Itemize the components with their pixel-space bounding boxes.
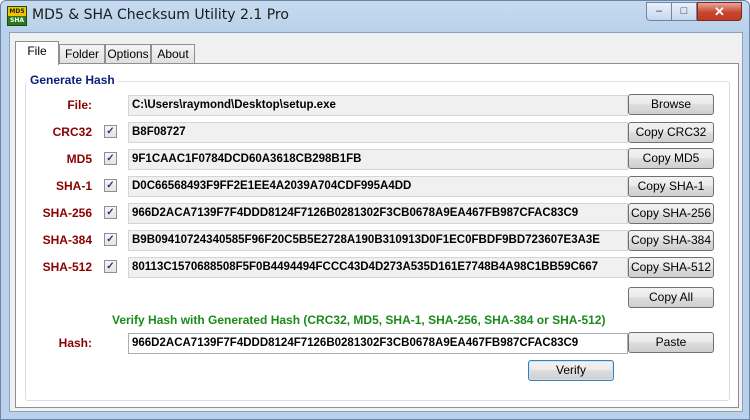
maximize-button[interactable]: □ [671, 2, 697, 21]
crc32-checkbox[interactable]: ✓ [104, 125, 117, 138]
verify-title: Verify Hash with Generated Hash (CRC32, … [112, 313, 606, 327]
tab-about[interactable]: About [151, 44, 195, 64]
copy-sha1-button[interactable]: Copy SHA-1 [628, 176, 714, 197]
sha256-field[interactable]: 966D2ACA7139F7F4DDD8124F7126B0281302F3CB… [128, 203, 628, 224]
close-button[interactable]: ✕ [697, 2, 742, 21]
tab-options[interactable]: Options [105, 44, 151, 64]
file-path-field[interactable]: C:\Users\raymond\Desktop\setup.exe [128, 95, 628, 116]
browse-button[interactable]: Browse [628, 94, 714, 115]
sha512-field[interactable]: 80113C1570688508F5F0B4494494FCCC43D4D273… [128, 257, 628, 278]
app-window: MD5 SHA MD5 & SHA Checksum Utility 2.1 P… [0, 0, 750, 420]
copy-sha256-button[interactable]: Copy SHA-256 [628, 203, 714, 224]
minimize-button[interactable]: – [646, 2, 672, 21]
tab-folder[interactable]: Folder [59, 44, 105, 64]
title-bar[interactable]: MD5 SHA MD5 & SHA Checksum Utility 2.1 P… [1, 1, 749, 31]
tab-file[interactable]: File [15, 41, 59, 65]
paste-button[interactable]: Paste [628, 332, 714, 353]
app-icon: MD5 SHA [7, 6, 27, 26]
sha384-field[interactable]: B9B09410724340585F96F20C5B5E2728A190B310… [128, 230, 628, 251]
copy-all-button[interactable]: Copy All [628, 287, 714, 308]
md5-label: MD5 [66, 152, 92, 166]
generate-hash-title: Generate Hash [27, 73, 118, 87]
sha256-checkbox[interactable]: ✓ [104, 206, 117, 219]
crc32-label: CRC32 [52, 125, 92, 139]
copy-crc32-button[interactable]: Copy CRC32 [628, 122, 714, 143]
sha384-checkbox[interactable]: ✓ [104, 233, 117, 246]
sha512-label: SHA-512 [42, 260, 92, 274]
sha1-label: SHA-1 [55, 179, 92, 193]
copy-sha512-button[interactable]: Copy SHA-512 [628, 257, 714, 278]
copy-md5-button[interactable]: Copy MD5 [628, 148, 714, 169]
sha1-checkbox[interactable]: ✓ [104, 179, 117, 192]
sha1-field[interactable]: D0C66568493F9FF2E1EE4A2039A704CDF995A4DD [128, 176, 628, 197]
md5-field[interactable]: 9F1CAAC1F0784DCD60A3618CB298B1FB [128, 149, 628, 170]
window-title: MD5 & SHA Checksum Utility 2.1 Pro [32, 7, 289, 23]
crc32-field[interactable]: B8F08727 [128, 122, 628, 143]
file-tab-page: Generate Hash File: C:\Users\raymond\Des… [15, 63, 739, 408]
sha256-label: SHA-256 [42, 206, 92, 220]
sha512-checkbox[interactable]: ✓ [104, 260, 117, 273]
sha384-label: SHA-384 [42, 233, 92, 247]
verify-button[interactable]: Verify [528, 360, 614, 381]
hash-label: Hash: [58, 336, 92, 350]
client-area: File Folder Options About Generate Hash … [9, 32, 743, 412]
copy-sha384-button[interactable]: Copy SHA-384 [628, 230, 714, 251]
md5-checkbox[interactable]: ✓ [104, 152, 117, 165]
file-label: File: [67, 98, 92, 112]
hash-input[interactable]: 966D2ACA7139F7F4DDD8124F7126B0281302F3CB… [128, 333, 628, 354]
